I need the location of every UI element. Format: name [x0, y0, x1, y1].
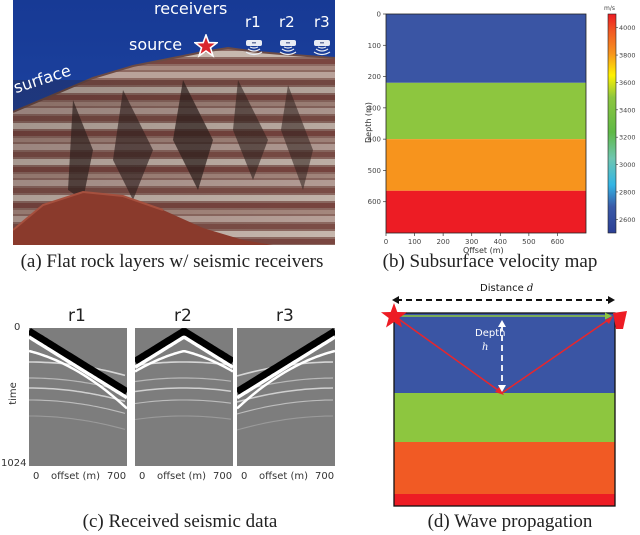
arrowhead-left-icon: [392, 296, 399, 304]
offset-tick-end: 700: [315, 471, 335, 482]
panel-d: Distance d Depth h: [380, 283, 640, 510]
velocity-map-chart: 01002003004005006000 100 200 300 400 500 60040…: [368, 11, 636, 247]
distance-label: Distance d: [480, 283, 533, 294]
panel-c: 0 time 1024 r1 0 offset (m) 700 r2 0 offset (m…: [0, 300, 340, 500]
r2-label: r2: [279, 13, 295, 31]
x-tick-label: 0: [384, 238, 388, 246]
colorbar-tick-label: 4000: [619, 24, 636, 32]
offset-tick-start: 0: [139, 471, 146, 482]
y-tick-label: 200: [368, 73, 381, 81]
wave-propagation-diagram: [381, 296, 627, 507]
receiver-icon: [245, 40, 263, 56]
y-tick-label: 100: [368, 42, 381, 50]
x-tick-label: 500: [522, 238, 535, 246]
x-tick-label: 300: [465, 238, 478, 246]
velocity-layer-1: [386, 14, 586, 83]
receiver-icon: [313, 40, 331, 56]
panel-a: receivers source surface r1 r2 r3: [11, 0, 335, 245]
caption-d: (d) Wave propagation: [427, 511, 593, 532]
time-tick-bottom: 1024: [1, 458, 27, 469]
offset-axis-title: offset (m): [51, 471, 101, 482]
source-label: source: [129, 35, 183, 54]
colorbar-tick-label: 3600: [619, 79, 636, 87]
velocity-layer-4: [386, 190, 586, 233]
r1-label: r1: [245, 13, 261, 31]
colorbar-unit: m/s: [604, 5, 615, 12]
time-tick-top: 0: [14, 322, 21, 333]
x-tick-label: 100: [408, 238, 421, 246]
receivers-label: receivers: [154, 0, 228, 18]
depth-label-text: Depth: [475, 328, 506, 339]
distance-label-text: Distance: [480, 283, 524, 294]
offset-tick-start: 0: [241, 471, 248, 482]
offset-tick-start: 0: [33, 471, 40, 482]
colorbar-tick-label: 2800: [619, 188, 636, 196]
gather-title: r3: [276, 306, 294, 326]
offset-axis-title: offset (m): [157, 471, 207, 482]
seismic-gather-plot: [135, 328, 233, 466]
source-star-icon: [194, 34, 218, 58]
depth-axis-title: Depth (m): [363, 102, 373, 143]
colorbar: [607, 13, 617, 234]
depth-symbol: h: [482, 342, 489, 353]
seismic-gather-plot: [29, 328, 127, 466]
y-tick-label: 600: [368, 198, 381, 206]
gather-title: r2: [174, 306, 192, 326]
rock-layer-2: [394, 393, 615, 442]
colorbar-tick-label: 3800: [619, 52, 636, 60]
x-tick-label: 600: [551, 238, 564, 246]
offset-tick-end: 700: [107, 471, 127, 482]
rock-layer-3: [394, 442, 615, 494]
colorbar-tick-label: 3000: [619, 161, 636, 169]
velocity-layers: [386, 14, 586, 233]
caption-b: (b) Subsurface velocity map: [382, 251, 598, 272]
x-tick-label: 400: [494, 238, 507, 246]
receiver-icon: [279, 40, 297, 56]
colorbar-tick-label: 3400: [619, 106, 636, 114]
colorbar-tick-label: 2600: [619, 216, 636, 224]
velocity-layer-3: [386, 139, 586, 191]
panel-b: 0 100 200 300 400 500 600 0 100 200 300 400 500 600 40…: [360, 0, 640, 255]
x-tick-label: 200: [436, 238, 449, 246]
y-tick-label: 0: [377, 11, 381, 19]
distance-symbol: d: [526, 283, 534, 294]
velocity-layer-2: [386, 82, 586, 140]
arrowhead-right-icon: [608, 296, 615, 304]
rock-layer-4: [394, 494, 615, 506]
caption-c: (c) Received seismic data: [82, 511, 278, 532]
seismic-gather-plot: [237, 328, 335, 466]
r3-label: r3: [314, 13, 330, 31]
y-tick-label: 500: [368, 167, 381, 175]
offset-axis-title: offset (m): [259, 471, 309, 482]
offset-tick-end: 700: [213, 471, 233, 482]
caption-a: (a) Flat rock layers w/ seismic receiver…: [20, 251, 324, 272]
time-axis-title: time: [7, 382, 19, 405]
gather-title: r1: [68, 306, 86, 326]
colorbar-tick-label: 3200: [619, 134, 636, 142]
